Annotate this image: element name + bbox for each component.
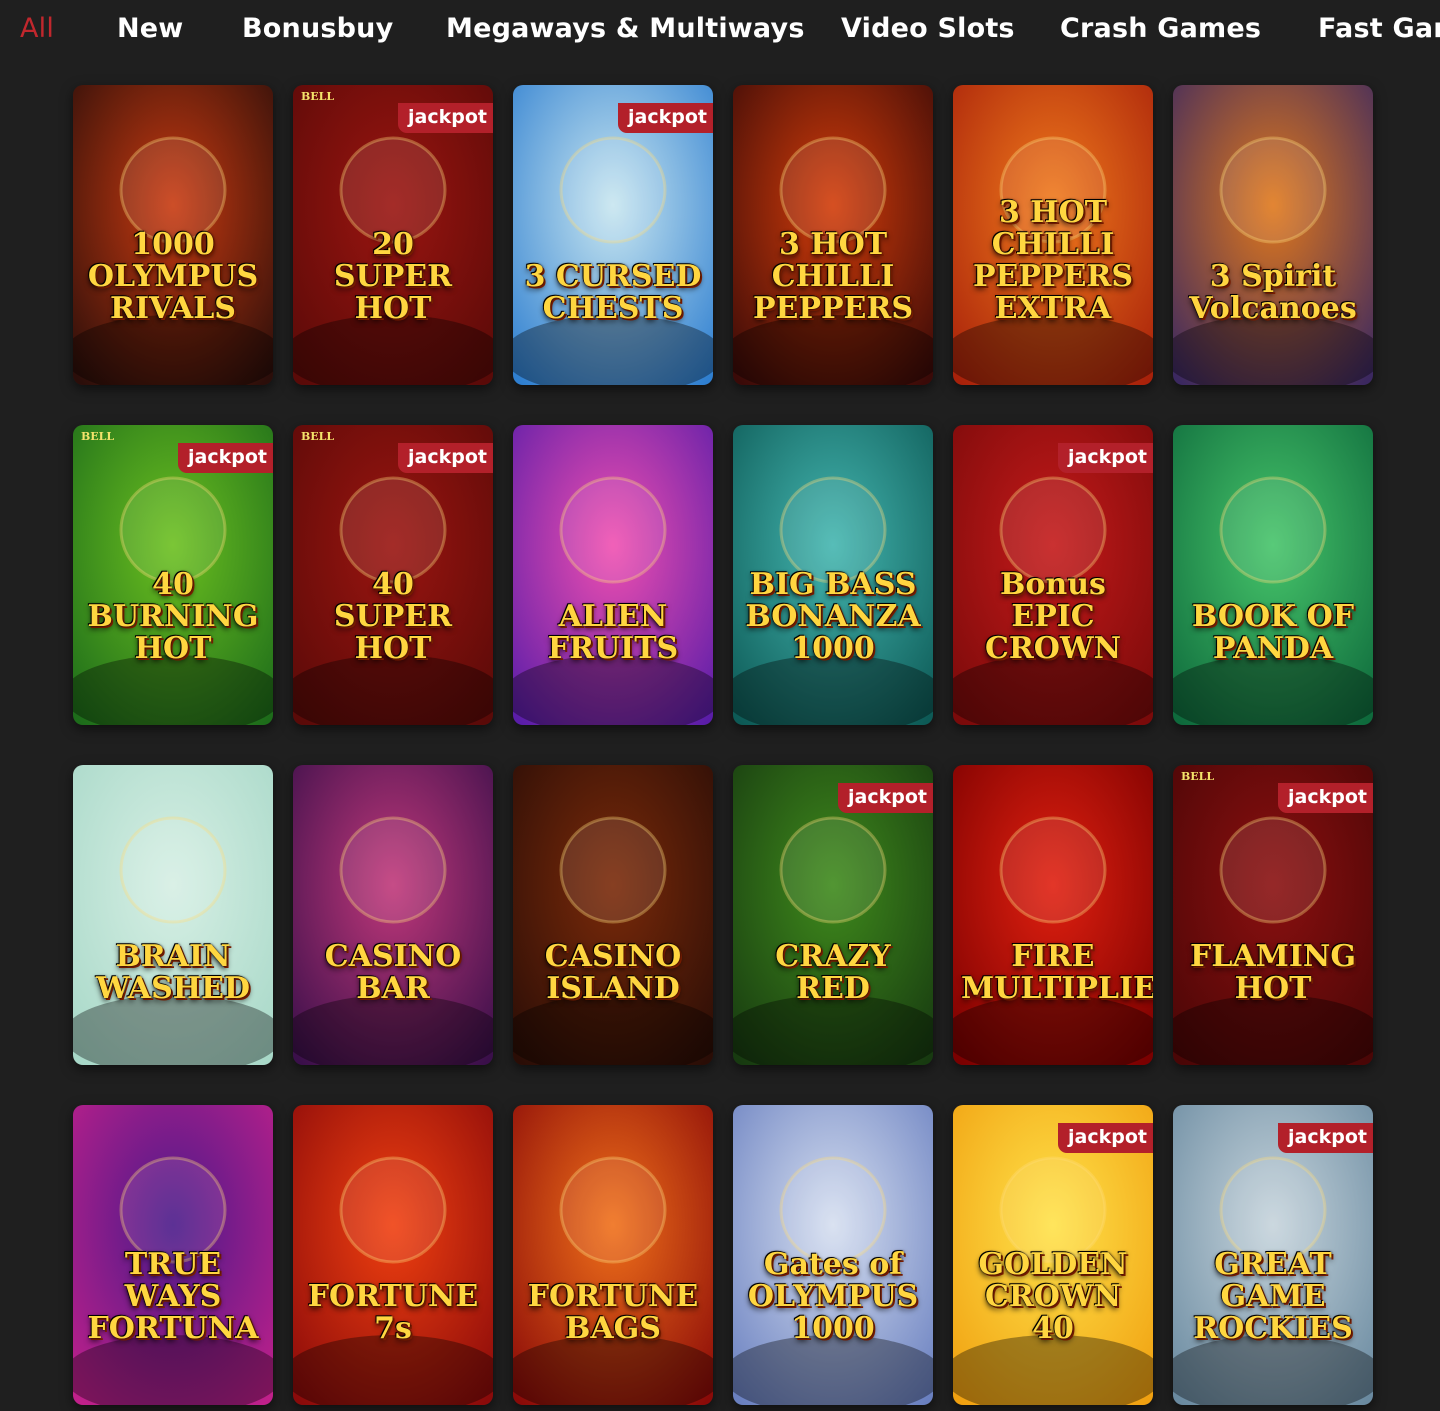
game-tile[interactable]: BELL 20 SUPER HOT jackpot [293, 85, 493, 385]
game-title: 40 SUPER HOT [333, 567, 453, 666]
game-tile[interactable]: BIG BASS BONANZA 1000 [733, 425, 933, 725]
nav-tab-crash-games[interactable]: Crash Games [1060, 11, 1261, 47]
game-title: TRUE WAYS FORTUNA [87, 1247, 259, 1346]
game-art-icon [513, 765, 713, 1065]
game-tile[interactable]: 3 Spirit Volcanoes [1173, 85, 1373, 385]
game-title: BIG BASS BONANZA 1000 [745, 567, 921, 666]
game-title: BRAIN WASHED [96, 939, 250, 1006]
game-title: FLAMING HOT [1190, 939, 1356, 1006]
game-title: GOLDEN CROWN 40 [978, 1247, 1128, 1346]
nav-tab-new[interactable]: New [117, 11, 183, 47]
game-title: ALIEN FRUITS [547, 599, 679, 666]
game-tile[interactable]: BELL 40 SUPER HOT jackpot [293, 425, 493, 725]
game-title: 3 CURSED CHESTS [524, 259, 702, 326]
jackpot-badge: jackpot [398, 103, 493, 133]
game-title: GREAT GAME ROCKIES [1193, 1247, 1353, 1346]
jackpot-badge: jackpot [1058, 443, 1153, 473]
game-title: 1000 OLYMPUS RIVALS [87, 227, 259, 326]
game-tile[interactable]: ALIEN FRUITS [513, 425, 713, 725]
game-title: CASINO ISLAND [544, 939, 682, 1006]
game-title: Bonus EPIC CROWN [984, 567, 1122, 666]
nav-tab-fast-games[interactable]: Fast Gan [1318, 11, 1440, 47]
nav-tab-megaways[interactable]: Megaways & Multiways [446, 11, 805, 47]
jackpot-badge: jackpot [1058, 1123, 1153, 1153]
game-title: Gates of OLYMPUS 1000 [747, 1247, 919, 1346]
game-title: FORTUNE 7s [307, 1279, 479, 1346]
game-tile[interactable]: 3 HOT CHILLI PEPPERS [733, 85, 933, 385]
game-title: 3 HOT CHILLI PEPPERS [752, 227, 913, 326]
nav-tab-bonusbuy[interactable]: Bonusbuy [242, 11, 393, 47]
game-title: FIRE MULTIPLIER [961, 939, 1153, 1006]
game-title: 3 HOT CHILLI PEPPERS EXTRA [972, 195, 1133, 326]
provider-logo: BELL [1181, 770, 1215, 783]
game-tile[interactable]: BOOK OF PANDA [1173, 425, 1373, 725]
game-tile[interactable]: 3 HOT CHILLI PEPPERS EXTRA [953, 85, 1153, 385]
game-art-icon [293, 765, 493, 1065]
jackpot-badge: jackpot [178, 443, 273, 473]
game-tile[interactable]: GOLDEN CROWN 40 jackpot [953, 1105, 1153, 1405]
jackpot-badge: jackpot [1278, 783, 1373, 813]
game-art-icon [1173, 85, 1373, 385]
game-tile[interactable]: CRAZY RED jackpot [733, 765, 933, 1065]
game-title: CASINO BAR [324, 939, 462, 1006]
provider-logo: BELL [301, 90, 335, 103]
jackpot-badge: jackpot [398, 443, 493, 473]
game-tile[interactable]: FORTUNE 7s [293, 1105, 493, 1405]
game-tile[interactable]: FORTUNE BAGS [513, 1105, 713, 1405]
game-art-icon [513, 1105, 713, 1405]
game-tile[interactable]: TRUE WAYS FORTUNA [73, 1105, 273, 1405]
game-art-icon [513, 425, 713, 725]
game-tile[interactable]: CASINO BAR [293, 765, 493, 1065]
game-tile[interactable]: CASINO ISLAND [513, 765, 713, 1065]
nav-tab-video-slots[interactable]: Video Slots [841, 11, 1015, 47]
category-nav: All New Bonusbuy Megaways & Multiways Vi… [0, 0, 1440, 60]
game-title: FORTUNE BAGS [527, 1279, 699, 1346]
provider-logo: BELL [81, 430, 115, 443]
provider-logo: BELL [301, 430, 335, 443]
jackpot-badge: jackpot [838, 783, 933, 813]
game-tile[interactable]: FIRE MULTIPLIER [953, 765, 1153, 1065]
game-title: BOOK OF PANDA [1191, 599, 1355, 666]
game-art-icon [73, 765, 273, 1065]
game-title: 40 BURNING HOT [87, 567, 259, 666]
game-art-icon [293, 1105, 493, 1405]
game-tile[interactable]: Gates of OLYMPUS 1000 [733, 1105, 933, 1405]
game-tile[interactable]: BRAIN WASHED [73, 765, 273, 1065]
game-art-icon [953, 765, 1153, 1065]
jackpot-badge: jackpot [618, 103, 713, 133]
game-tile[interactable]: BELL FLAMING HOT jackpot [1173, 765, 1373, 1065]
game-tile[interactable]: GREAT GAME ROCKIES jackpot [1173, 1105, 1373, 1405]
game-title: 3 Spirit Volcanoes [1189, 259, 1357, 326]
game-art-icon [1173, 425, 1373, 725]
game-tile[interactable]: BELL 40 BURNING HOT jackpot [73, 425, 273, 725]
game-title: 20 SUPER HOT [333, 227, 453, 326]
game-tile[interactable]: 3 CURSED CHESTS jackpot [513, 85, 713, 385]
nav-tab-all[interactable]: All [20, 11, 54, 47]
game-tile[interactable]: Bonus EPIC CROWN jackpot [953, 425, 1153, 725]
game-title: CRAZY RED [775, 939, 891, 1006]
game-tile[interactable]: 1000 OLYMPUS RIVALS [73, 85, 273, 385]
jackpot-badge: jackpot [1278, 1123, 1373, 1153]
